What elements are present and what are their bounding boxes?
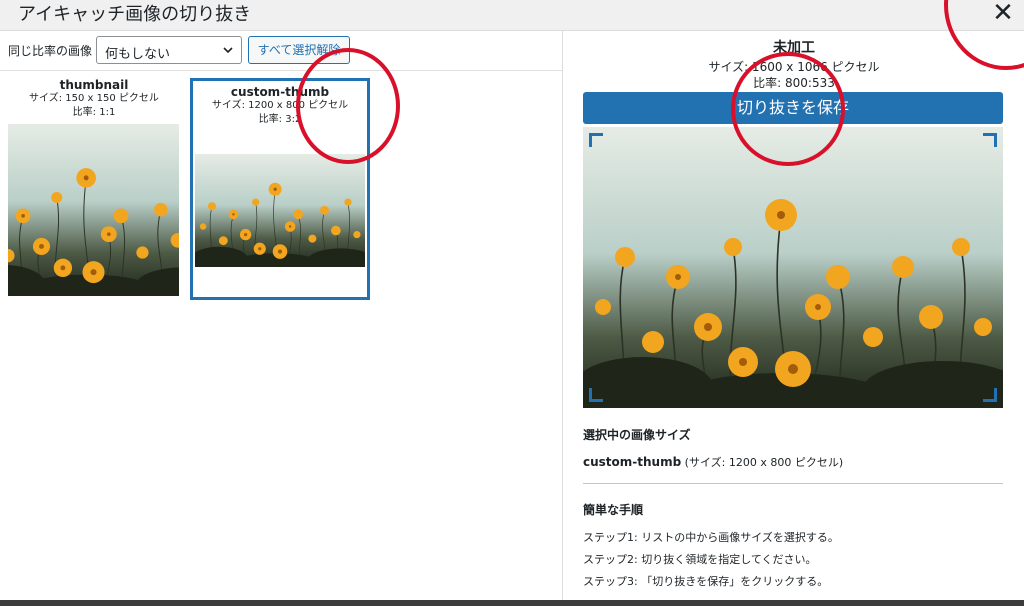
size-card-name: custom-thumb	[230, 85, 330, 99]
crop-state-label: 未加工	[773, 40, 815, 56]
crop-image	[583, 127, 1003, 408]
crop-handle-bottom-right[interactable]	[983, 388, 997, 402]
size-card-custom-thumb[interactable]: custom-thumb サイズ: 1200 x 800 ピクセル 比率: 3:…	[190, 78, 370, 300]
selected-size-detail: (サイズ: 1200 x 800 ピクセル)	[681, 456, 844, 469]
size-card-ratio: 比率: 3:2	[258, 114, 302, 125]
dialog-title: アイキャッチ画像の切り抜き	[18, 4, 252, 25]
selected-size-name: custom-thumb	[583, 455, 682, 469]
custom-thumb-preview-image	[195, 154, 365, 267]
steps-heading: 簡単な手順	[583, 503, 644, 517]
thumbnail-preview-image	[8, 124, 179, 296]
ratio-toolbar: 同じ比率の画像 何もしない すべて選択解除	[0, 31, 562, 71]
crop-handle-top-left[interactable]	[589, 133, 603, 147]
size-list-panel: 同じ比率の画像 何もしない すべて選択解除 thumbnail サイズ: 150…	[0, 31, 563, 600]
ratio-select[interactable]: 何もしない	[96, 36, 242, 64]
crop-panel: 未加工 サイズ: 1600 x 1066 ピクセル 比率: 800:533 切り…	[564, 31, 1024, 600]
save-crop-button[interactable]: 切り抜きを保存	[583, 92, 1003, 124]
size-card-dimensions: サイズ: 1200 x 800 ピクセル	[211, 100, 349, 111]
size-card-ratio: 比率: 1:1	[72, 107, 116, 118]
deselect-all-button[interactable]: すべて選択解除	[248, 36, 350, 64]
original-ratio-text: 比率: 800:533	[753, 76, 835, 90]
divider	[583, 483, 1003, 484]
step-1: ステップ1: リストの中から画像サイズを選択する。	[583, 531, 839, 544]
ratio-select-value: 何もしない	[105, 47, 171, 62]
selected-size-line: custom-thumb (サイズ: 1200 x 800 ピクセル)	[583, 454, 843, 470]
step-2: ステップ2: 切り抜く領域を指定してください。	[583, 553, 817, 566]
size-card-thumbnail[interactable]: thumbnail サイズ: 150 x 150 ピクセル 比率: 1:1	[6, 78, 182, 330]
size-card-name: thumbnail	[59, 78, 129, 92]
crop-handle-top-right[interactable]	[983, 133, 997, 147]
step-3: ステップ3: 「切り抜きを保存」をクリックする。	[583, 575, 829, 588]
size-card-dimensions: サイズ: 150 x 150 ピクセル	[29, 93, 159, 104]
ratio-label: 同じ比率の画像	[8, 44, 93, 58]
chevron-down-icon	[223, 47, 233, 54]
crop-area[interactable]	[583, 127, 1003, 408]
original-size-text: サイズ: 1600 x 1066 ピクセル	[708, 60, 880, 74]
crop-handle-bottom-left[interactable]	[589, 388, 603, 402]
dialog-titlebar: アイキャッチ画像の切り抜き ✕	[0, 0, 1024, 31]
close-icon[interactable]: ✕	[988, 0, 1018, 30]
selected-size-heading: 選択中の画像サイズ	[583, 428, 691, 442]
crop-dialog: アイキャッチ画像の切り抜き ✕ 同じ比率の画像 何もしない すべて選択解除 th…	[0, 0, 1024, 600]
